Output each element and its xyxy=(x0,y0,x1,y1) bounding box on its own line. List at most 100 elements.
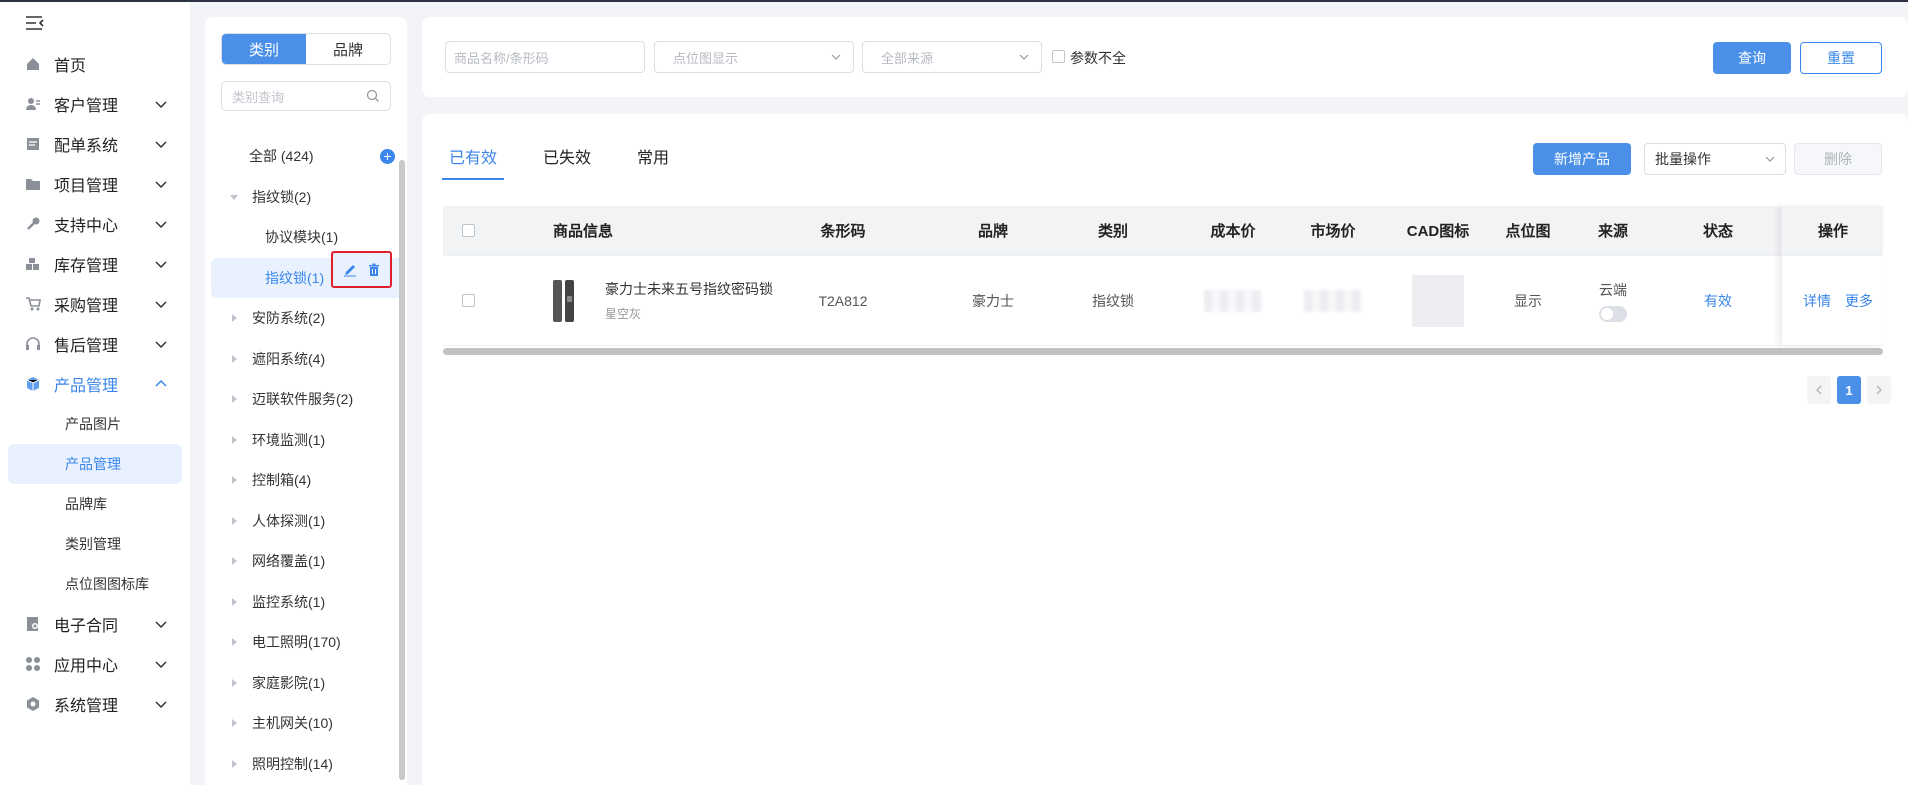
status-cell[interactable]: 有效 xyxy=(1688,256,1748,345)
sidebar: 首页 客户管理 配单系统 项目管理 支持中心 库存管理 采购管理 售后管理 产品… xyxy=(0,2,190,785)
add-category-icon[interactable]: + xyxy=(380,148,395,164)
cad-icon-thumbnail[interactable] xyxy=(1412,274,1464,327)
tab-invalid[interactable]: 已失效 xyxy=(536,144,598,180)
tree-node[interactable]: 环境监测(1) xyxy=(205,420,399,461)
delete-icon[interactable] xyxy=(367,263,381,277)
caret-right-icon[interactable] xyxy=(229,556,239,566)
sidebar-item-aftersales[interactable]: 售后管理 xyxy=(0,324,190,364)
caret-right-icon[interactable] xyxy=(229,394,239,404)
source-select-value: 全部来源 xyxy=(881,50,934,66)
submenu-category-management[interactable]: 类别管理 xyxy=(0,524,190,564)
caret-right-icon[interactable] xyxy=(229,354,239,364)
chevron-down-icon xyxy=(155,181,167,189)
submenu-product-management[interactable]: 产品管理 xyxy=(8,444,182,484)
sidebar-item-inventory[interactable]: 库存管理 xyxy=(0,244,190,284)
sidebar-item-support[interactable]: 支持中心 xyxy=(0,204,190,244)
query-button[interactable]: 查询 xyxy=(1713,42,1791,74)
source-select[interactable]: 全部来源 xyxy=(862,41,1042,73)
chevron-down-icon xyxy=(155,141,167,149)
tree-node[interactable]: 照明控制(14) xyxy=(205,744,399,785)
chevron-down-icon xyxy=(155,341,167,349)
sidebar-item-home[interactable]: 首页 xyxy=(0,44,190,84)
column-header: CAD图标 xyxy=(1406,223,1470,240)
batch-operation-select[interactable]: 批量操作 xyxy=(1644,143,1786,175)
tab-common[interactable]: 常用 xyxy=(630,144,676,180)
page-number[interactable]: 1 xyxy=(1837,376,1861,404)
submenu-product-images[interactable]: 产品图片 xyxy=(0,404,190,444)
tree-node[interactable]: 迈联软件服务(2) xyxy=(205,379,399,420)
tree-node-label: 安防系统(2) xyxy=(252,310,326,327)
caret-right-icon[interactable] xyxy=(229,718,239,728)
caret-right-icon[interactable] xyxy=(229,637,239,647)
caret-right-icon[interactable] xyxy=(229,597,239,607)
select-all-checkbox[interactable] xyxy=(461,224,475,237)
product-search-input[interactable]: 商品名称/条形码 xyxy=(445,41,645,73)
tree-node-label: 网络覆盖(1) xyxy=(252,553,326,570)
prev-page-button[interactable] xyxy=(1807,376,1831,404)
tree-node[interactable]: 监控系统(1) xyxy=(205,582,399,623)
source-toggle[interactable] xyxy=(1599,305,1627,322)
menu-collapse-icon[interactable] xyxy=(24,14,46,32)
search-icon[interactable] xyxy=(366,89,380,103)
table-row: 豪力士未来五号指纹密码锁 星空灰 T2A812 豪力士 指纹锁 显示 云端 有效… xyxy=(443,256,1883,346)
tab-brand[interactable]: 品牌 xyxy=(306,34,390,64)
sidebar-item-order[interactable]: 配单系统 xyxy=(0,124,190,164)
tree-node[interactable]: 指纹锁(2) xyxy=(205,177,399,218)
contract-icon xyxy=(24,615,42,633)
chevron-right-icon xyxy=(1876,385,1882,395)
tab-category[interactable]: 类别 xyxy=(222,34,306,64)
tree-node[interactable]: 控制箱(4) xyxy=(205,460,399,501)
table-horizontal-scrollbar[interactable] xyxy=(443,348,1883,355)
tree-node[interactable]: 网络覆盖(1) xyxy=(205,541,399,582)
tree-node[interactable]: 主机网关(10) xyxy=(205,703,399,744)
point-map-select[interactable]: 点位图显示 xyxy=(654,41,854,73)
caret-down-icon[interactable] xyxy=(229,192,239,202)
tree-node[interactable]: 人体探测(1) xyxy=(205,501,399,542)
incomplete-params-checkbox[interactable] xyxy=(1052,50,1065,63)
product-thumbnail[interactable] xyxy=(545,276,581,326)
caret-right-icon[interactable] xyxy=(229,475,239,485)
source-cell: 云端 xyxy=(1583,256,1643,345)
tree-node[interactable]: 电工照明(170) xyxy=(205,622,399,663)
next-page-button[interactable] xyxy=(1867,376,1891,404)
sidebar-item-product[interactable]: 产品管理 xyxy=(0,364,190,404)
tree-node[interactable]: 安防系统(2) xyxy=(205,298,399,339)
caret-right-icon[interactable] xyxy=(229,435,239,445)
tree-node-label: 指纹锁(2) xyxy=(252,188,312,205)
tree-node-label: 迈联软件服务(2) xyxy=(252,391,354,408)
submenu-point-icon-library[interactable]: 点位图图标库 xyxy=(0,564,190,604)
sidebar-item-system[interactable]: 系统管理 xyxy=(0,684,190,724)
tree-node-all[interactable]: 全部 (424) + xyxy=(205,136,399,177)
caret-right-icon[interactable] xyxy=(229,313,239,323)
delete-button[interactable]: 删除 xyxy=(1794,143,1882,175)
edit-icon[interactable] xyxy=(343,263,357,277)
submenu-brand-library[interactable]: 品牌库 xyxy=(0,484,190,524)
category-panel: 类别 品牌 类别查询 全部 (424) + 指纹锁(2) 协议模块(1) 指纹锁… xyxy=(205,17,407,785)
row-checkbox[interactable] xyxy=(461,294,475,307)
inventory-icon xyxy=(24,255,42,273)
category-search-placeholder: 类别查询 xyxy=(232,89,285,105)
caret-right-icon[interactable] xyxy=(229,678,239,688)
reset-button[interactable]: 重置 xyxy=(1800,42,1882,74)
category-scrollbar[interactable] xyxy=(399,160,405,780)
add-product-button[interactable]: 新增产品 xyxy=(1533,143,1631,175)
sidebar-item-project[interactable]: 项目管理 xyxy=(0,164,190,204)
submenu-label: 类别管理 xyxy=(65,536,121,552)
tree-node[interactable]: 家庭影院(1) xyxy=(205,663,399,704)
product-submenu: 产品图片 产品管理 品牌库 类别管理 点位图图标库 xyxy=(0,404,190,604)
chevron-left-icon xyxy=(1816,385,1822,395)
sidebar-item-contract[interactable]: 电子合同 xyxy=(0,604,190,644)
caret-right-icon[interactable] xyxy=(229,516,239,526)
sidebar-item-apps[interactable]: 应用中心 xyxy=(0,644,190,684)
sidebar-item-purchase[interactable]: 采购管理 xyxy=(0,284,190,324)
tree-node-label: 电工照明(170) xyxy=(252,634,341,651)
sidebar-menu: 首页 客户管理 配单系统 项目管理 支持中心 库存管理 采购管理 售后管理 产品… xyxy=(0,44,190,724)
tree-node[interactable]: 遮阳系统(4) xyxy=(205,339,399,380)
caret-right-icon[interactable] xyxy=(229,759,239,769)
tab-valid[interactable]: 已有效 xyxy=(442,144,505,180)
submenu-label: 品牌库 xyxy=(65,496,107,512)
category-search-input[interactable]: 类别查询 xyxy=(221,81,391,111)
chevron-down-icon xyxy=(1765,156,1775,162)
chevron-down-icon xyxy=(155,101,167,109)
sidebar-item-customer[interactable]: 客户管理 xyxy=(0,84,190,124)
